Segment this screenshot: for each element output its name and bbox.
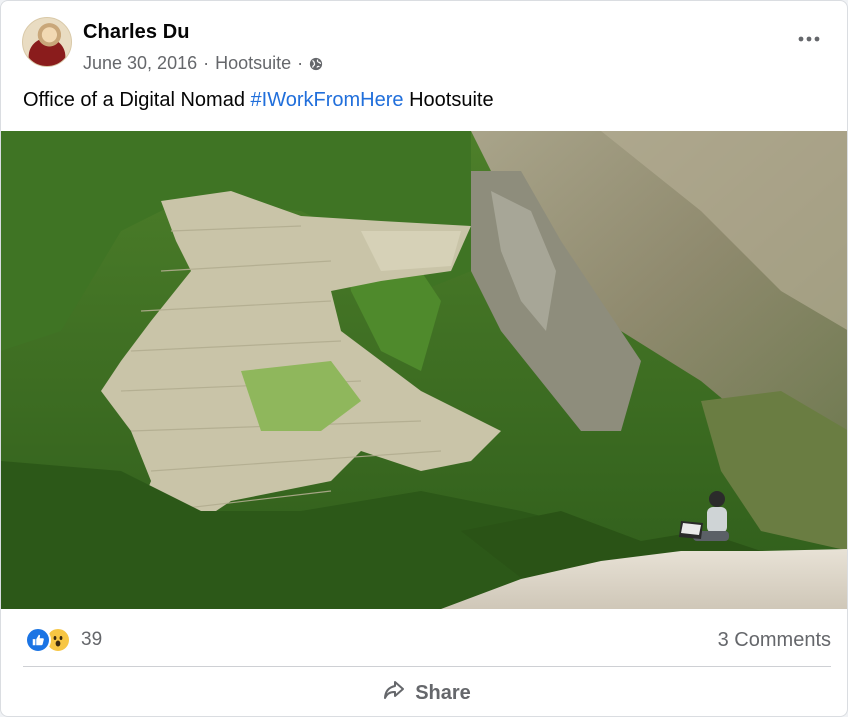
hashtag-link[interactable]: #IWorkFromHere <box>251 89 404 111</box>
action-divider <box>23 666 831 667</box>
reaction-icons[interactable] <box>25 627 71 653</box>
like-icon <box>25 627 51 653</box>
share-icon <box>383 680 405 706</box>
post-card: Charles Du June 30, 2016 · Hootsuite · O… <box>0 0 848 717</box>
caption-text: Office of a Digital Nomad <box>23 89 251 111</box>
author-name[interactable]: Charles Du <box>83 21 190 44</box>
post-meta: June 30, 2016 · Hootsuite · <box>83 53 323 74</box>
post-caption: Office of a Digital Nomad #IWorkFromHere… <box>23 89 494 112</box>
post-photo[interactable] <box>1 131 847 609</box>
caption-source: Hootsuite <box>403 89 494 111</box>
reactions-bar: 39 3 Comments <box>1 609 847 667</box>
author-avatar[interactable] <box>22 17 72 67</box>
share-button[interactable]: Share <box>23 671 831 715</box>
share-label: Share <box>415 681 471 704</box>
post-header: Charles Du June 30, 2016 · Hootsuite · <box>1 1 847 81</box>
post-date[interactable]: June 30, 2016 <box>83 53 197 74</box>
reaction-count[interactable]: 39 <box>81 629 102 651</box>
comments-count-link[interactable]: 3 Comments <box>718 629 831 652</box>
more-options-icon[interactable] <box>797 29 821 49</box>
post-source[interactable]: Hootsuite <box>215 53 291 74</box>
meta-separator: · <box>297 53 304 73</box>
globe-icon[interactable] <box>309 57 323 71</box>
meta-separator: · <box>203 53 210 73</box>
